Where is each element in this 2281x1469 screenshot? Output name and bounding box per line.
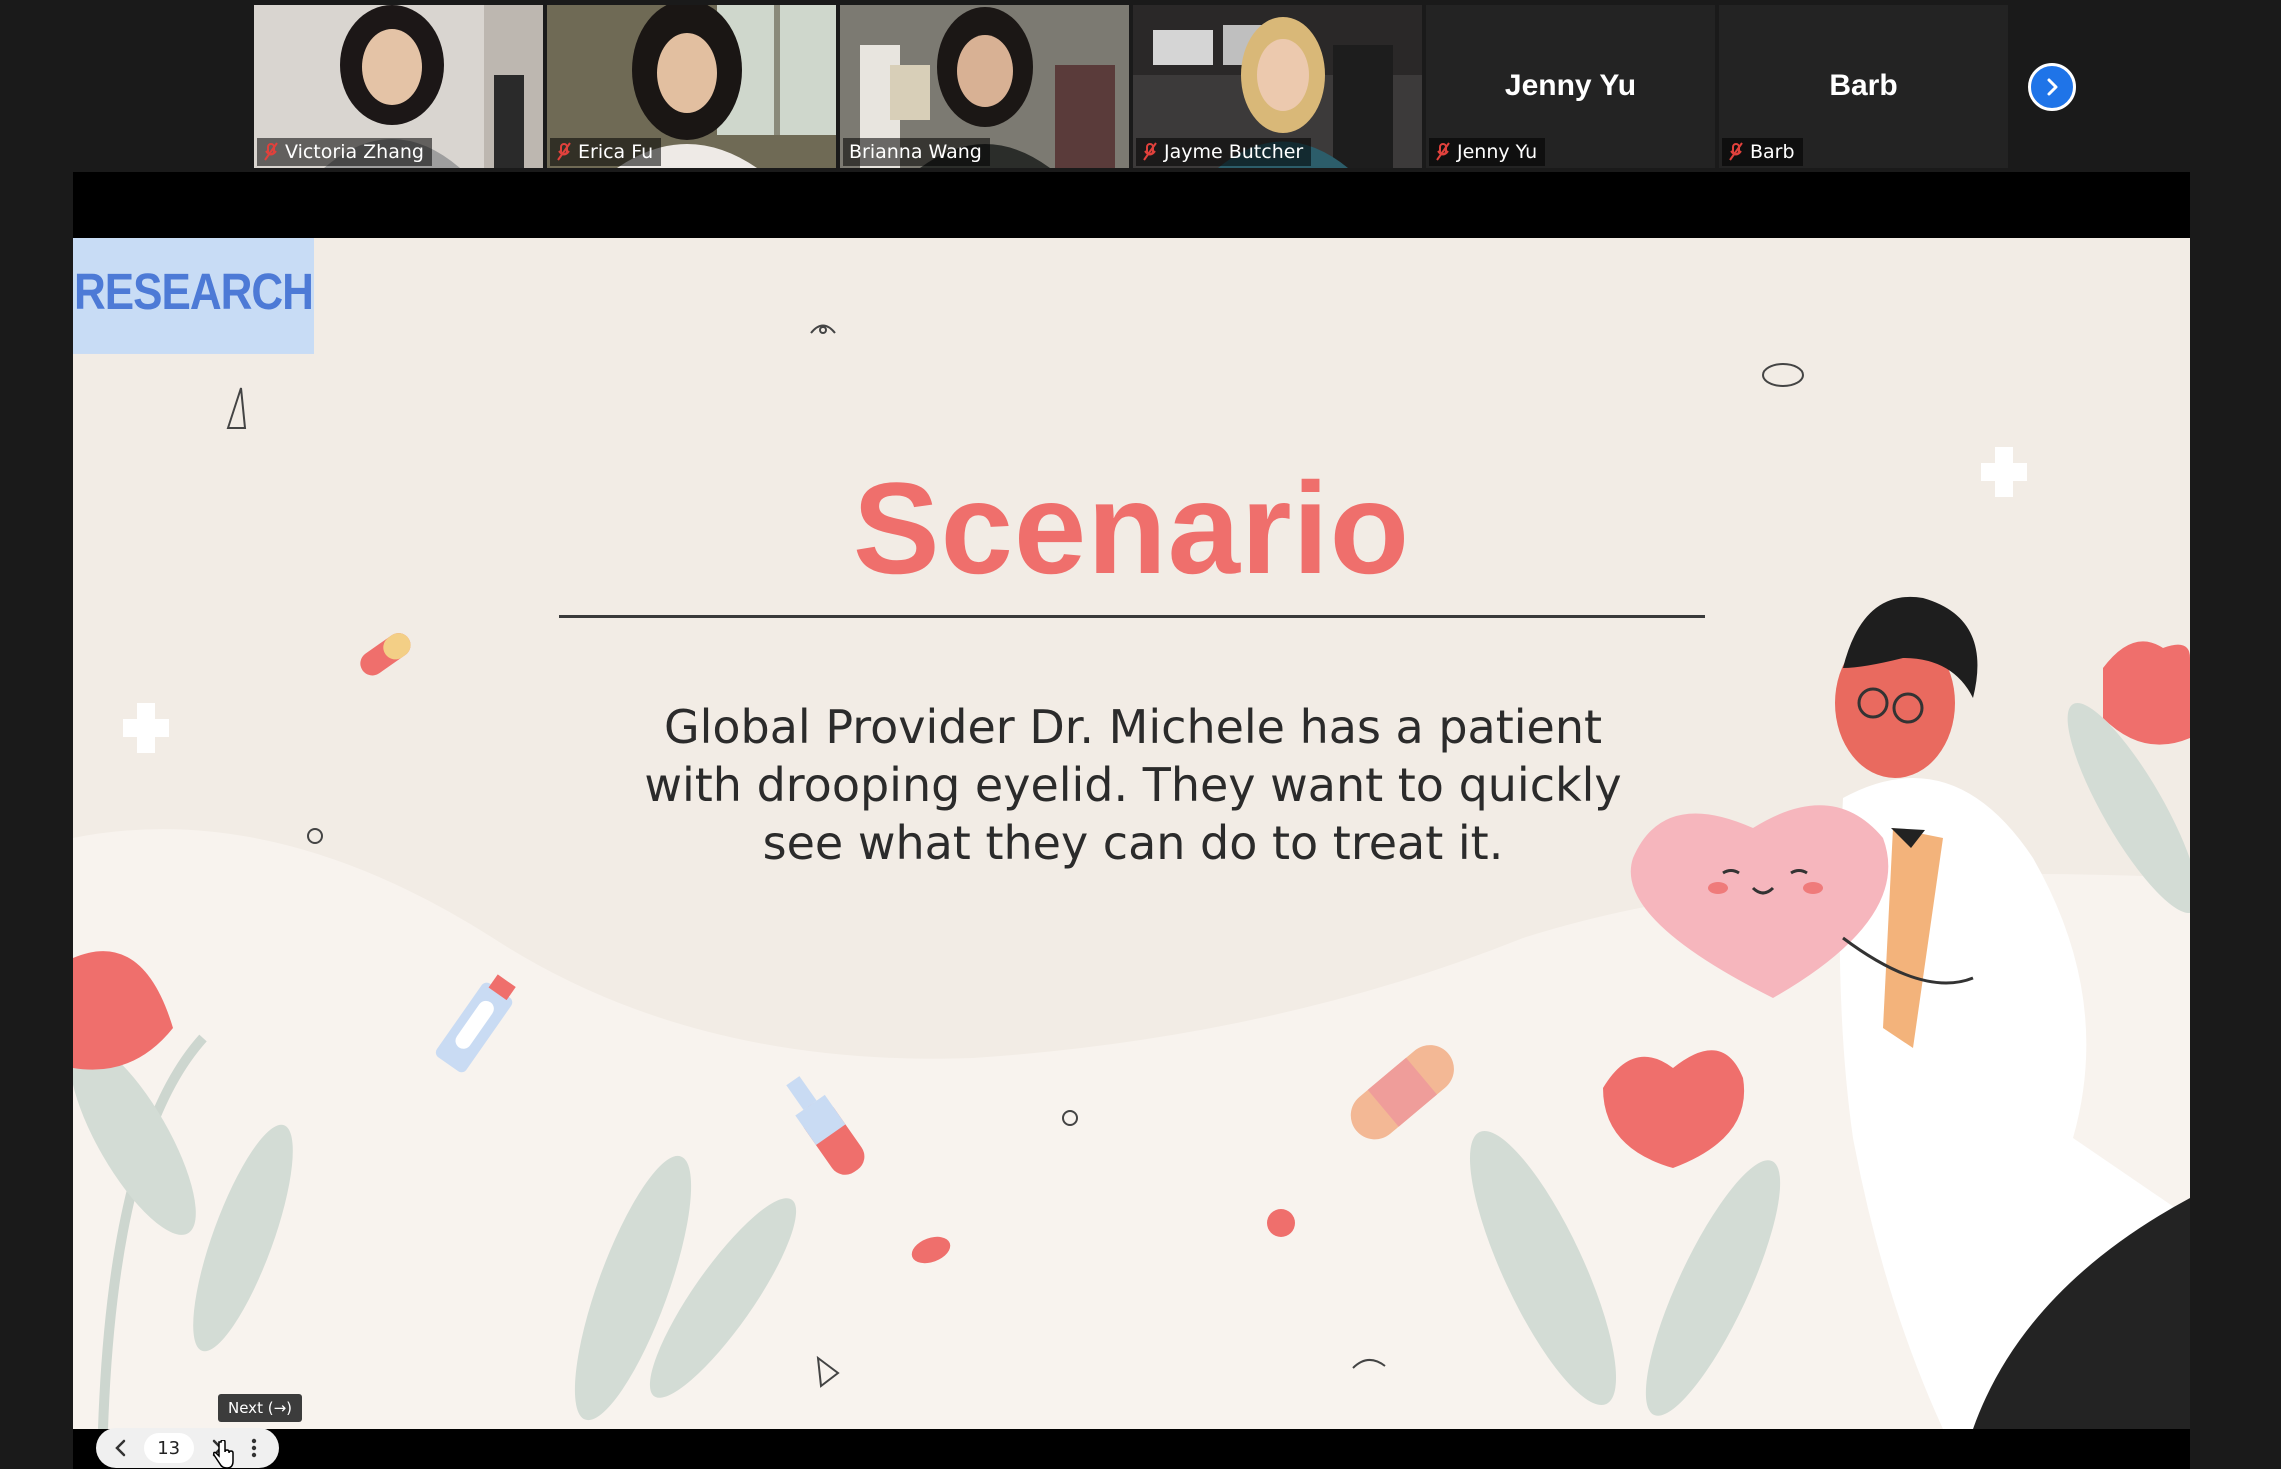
participant-tile[interactable]: Victoria Zhang <box>254 5 543 168</box>
participant-display-name: Barb <box>1829 69 1898 102</box>
participant-display-name: Jenny Yu <box>1504 69 1637 102</box>
participant-name-tag: Brianna Wang <box>843 138 990 166</box>
participant-tile-no-video[interactable]: Barb Barb <box>1719 5 2008 168</box>
mic-muted-icon <box>1729 142 1743 161</box>
participant-name-tag: Victoria Zhang <box>257 138 432 166</box>
share-letterbox-top <box>73 172 2190 238</box>
previous-slide-button[interactable] <box>106 1433 136 1463</box>
participant-name: Jayme Butcher <box>1164 141 1304 163</box>
share-letterbox-bottom <box>73 1429 2190 1469</box>
mic-muted-icon <box>1436 142 1450 161</box>
next-tooltip: Next (→) <box>218 1394 302 1422</box>
slide-body-text: Global Provider Dr. Michele has a patien… <box>644 700 1622 870</box>
next-participants-button[interactable] <box>2028 63 2076 111</box>
participant-name: Jenny Yu <box>1457 141 1538 163</box>
meeting-window: Victoria Zhang Erica Fu Brianna Wang Jay… <box>0 0 2281 1469</box>
participant-name: Barb <box>1750 141 1795 163</box>
participant-name-tag: Jayme Butcher <box>1136 138 1312 166</box>
page-number: 13 <box>143 1433 194 1463</box>
slide-navigation: 13 <box>96 1428 279 1468</box>
participant-name: Brianna Wang <box>849 141 982 163</box>
chevron-left-icon <box>115 1439 126 1457</box>
more-vertical-icon <box>251 1438 257 1458</box>
chevron-right-icon <box>2047 78 2058 96</box>
title-divider <box>559 615 1705 618</box>
mic-muted-icon <box>264 142 278 161</box>
participant-name-tag: Jenny Yu <box>1429 138 1546 166</box>
participant-name-tag: Barb <box>1722 138 1803 166</box>
mic-muted-icon <box>1143 142 1157 161</box>
more-options-button[interactable] <box>239 1433 269 1463</box>
participant-tile-active-speaker[interactable]: Brianna Wang <box>840 5 1129 168</box>
participant-name-tag: Erica Fu <box>550 138 662 166</box>
research-tag: RESEARCH <box>73 238 314 354</box>
slide-title: Scenario <box>852 455 1411 601</box>
participant-tile[interactable]: Erica Fu <box>547 5 836 168</box>
hand-cursor-icon <box>213 1440 234 1469</box>
participant-name: Erica Fu <box>578 141 654 163</box>
participant-name: Victoria Zhang <box>285 141 424 163</box>
participant-tile-no-video[interactable]: Jenny Yu Jenny Yu <box>1426 5 1715 168</box>
shared-slide: RESEARCH Scenario Global Provider Dr. Mi… <box>73 238 2190 1429</box>
participant-strip: Victoria Zhang Erica Fu Brianna Wang Jay… <box>254 5 2008 168</box>
mic-muted-icon <box>557 142 571 161</box>
participant-tile[interactable]: Jayme Butcher <box>1133 5 1422 168</box>
